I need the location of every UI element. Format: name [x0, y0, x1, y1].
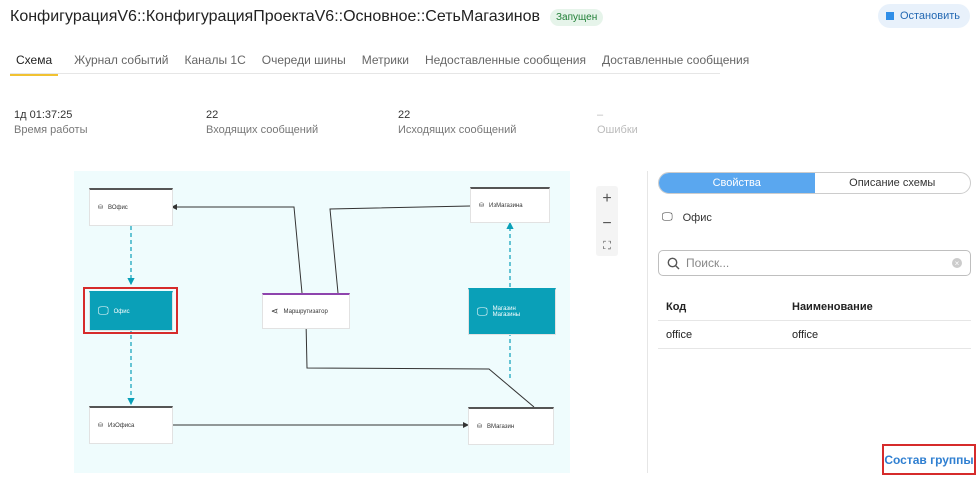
stat-label: Входящих сообщений [206, 124, 319, 136]
node-vofis[interactable]: ⛁ ВОфис [89, 188, 173, 226]
table-row[interactable]: office office [658, 321, 971, 349]
search-input[interactable] [686, 256, 946, 270]
fit-screen-icon[interactable]: ⛶ [603, 240, 611, 253]
stop-icon [885, 12, 894, 20]
node-label-line2: Магазины [492, 312, 521, 318]
page-title: КонфигурацияV6::КонфигурацияПроектаV6::О… [10, 8, 540, 25]
connector-icon: ⛁ [98, 423, 104, 429]
cell-name: office [792, 328, 819, 341]
selected-node-name: Офис [682, 211, 712, 224]
monitor-icon: 🖵 [477, 305, 488, 318]
connector-icon: ⛁ [98, 205, 104, 211]
stat-outgoing: 22 Исходящих сообщений [398, 109, 568, 136]
node-label: ВМагазин [487, 423, 515, 430]
share-icon: ⋖ [271, 306, 279, 316]
status-badge: Запущен [550, 8, 604, 26]
stat-label: Исходящих сообщений [398, 124, 517, 136]
stat-uptime: 1д 01:37:25 Время работы [14, 109, 184, 136]
column-header-code: Код [666, 300, 687, 313]
header: КонфигурацияV6::КонфигурацияПроектаV6::О… [10, 4, 970, 28]
table-header: Код Наименование [658, 293, 971, 321]
node-router[interactable]: ⋖ Маршрутизатор [262, 293, 350, 329]
node-vmagazin[interactable]: ⛁ ВМагазин [468, 407, 554, 445]
column-header-name: Наименование [792, 300, 873, 313]
node-magaziny[interactable]: 🖵 Магазин Магазины [468, 288, 556, 335]
stat-value: 22 [398, 109, 411, 121]
connector-icon: ⛁ [477, 424, 483, 430]
zoom-in-icon[interactable]: + [602, 190, 611, 208]
stat-value: 22 [206, 109, 219, 121]
node-izmagazina[interactable]: ⛁ ИзМагазина [470, 187, 550, 223]
node-izofisa[interactable]: ⛁ ИзОфиса [89, 406, 173, 444]
search-box: × [658, 250, 971, 276]
zoom-controls: + − ⛶ [596, 186, 618, 256]
group-composition-button[interactable]: Состав группы [882, 444, 976, 475]
stat-incoming: 22 Входящих сообщений [206, 109, 376, 136]
edge-router-vofis [171, 204, 303, 294]
properties-table: Код Наименование office office [658, 293, 971, 349]
node-label: ВОфис [108, 204, 128, 211]
stat-label: Ошибки [597, 124, 638, 136]
stat-value: – [597, 109, 604, 121]
panel-divider [647, 171, 648, 473]
stat-label: Время работы [14, 124, 88, 136]
tab-properties[interactable]: Свойства [659, 173, 815, 193]
search-icon [667, 257, 680, 269]
diagram-canvas[interactable]: ⛁ ВОфис 🖵 Офис ⛁ ИзОфиса ⋖ Маршрутизатор… [74, 171, 570, 473]
clear-icon[interactable]: × [952, 258, 962, 268]
tab-scheme-description[interactable]: Описание схемы [815, 173, 971, 193]
tab-divider [10, 73, 720, 74]
stat-errors: – Ошибки [597, 109, 767, 136]
selection-frame [83, 287, 178, 334]
stop-button[interactable]: Остановить [877, 4, 970, 28]
cell-code: office [666, 328, 693, 341]
edge-izmagazina-router [329, 205, 471, 294]
monitor-icon: 🖵 [662, 211, 673, 223]
stat-value: 1д 01:37:25 [14, 109, 73, 121]
node-label: Магазин Магазины [493, 306, 520, 318]
node-label: ИзОфиса [108, 422, 135, 429]
node-label: Маршрутизатор [283, 308, 328, 315]
connector-icon: ⛁ [479, 203, 485, 209]
selected-node-title: 🖵 Офис [662, 211, 712, 224]
zoom-out-icon[interactable]: − [602, 215, 611, 233]
stop-button-label: Остановить [899, 10, 960, 22]
node-label: ИзМагазина [489, 202, 523, 209]
panel-tabs: Свойства Описание схемы [658, 172, 971, 194]
